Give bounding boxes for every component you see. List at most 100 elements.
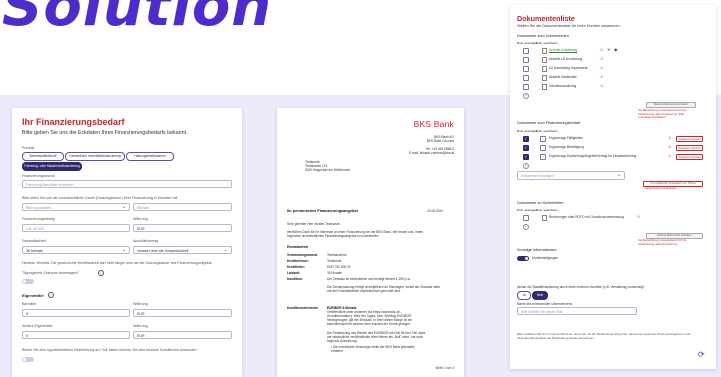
doc-show-checkbox[interactable] (523, 215, 529, 221)
detail-value: Der Zinssatz ist veränderlich und beträg… (327, 277, 411, 281)
bullet-line: • Die vereinbarte Zinsmarge bleibt der B… (331, 345, 415, 349)
warning-icon: ⚠ (668, 144, 672, 149)
doc-save-checkbox[interactable] (540, 136, 546, 142)
amount-input[interactable]: z.B. 50.000 (22, 224, 130, 232)
hero-title: Solution (2, 0, 273, 39)
warning-icon: ⚠ (600, 65, 604, 70)
warning-icon: ⚠ (600, 74, 604, 79)
detail-key: Kreditnehmer: (287, 259, 309, 263)
bank-logo: BKS Bank (413, 119, 454, 129)
footer-note: Ihren Empfangsstatus der Bearbeitung wie… (517, 336, 595, 340)
col-show-header: Dok. anzeigen (517, 208, 538, 212)
term-unit-field[interactable]: Monate (133, 203, 232, 211)
delete-category-button[interactable]: Kategorie löschen (676, 145, 704, 151)
doc-show-checkbox[interactable] (523, 75, 529, 81)
doc-item: Ergänzungs Kaufvertrag/Angebot/Vertrag f… (549, 154, 637, 158)
info-icon[interactable]: i (98, 270, 104, 276)
add-icon[interactable]: + (523, 224, 529, 230)
cash-currency-label: Währung (133, 302, 148, 306)
document-icon (542, 66, 547, 72)
amount-label: Finanzierungsbetrag (22, 217, 55, 221)
info-icon[interactable]: i (48, 292, 54, 298)
delete-icon[interactable]: ✕ (607, 47, 610, 52)
detail-value: Testmaschine (327, 253, 347, 257)
product-option-4-selected[interactable]: Fahrzeug- oder Maschinenfinanzierung (22, 162, 82, 171)
purpose-label: Finanzierungszweck (22, 174, 55, 178)
purpose-input[interactable]: Fahrzeug/Maschine erwerben (22, 180, 232, 188)
add-icon[interactable]: + (523, 93, 529, 99)
col-save-header: Dok. speichern (536, 129, 558, 133)
add-document-select[interactable]: Dokumente hinzufügen (517, 171, 625, 180)
currency-field[interactable]: EUR (133, 224, 232, 232)
offer-subject: Ihr persönliches Finanzierungsangebot (287, 209, 358, 213)
doc-link[interactable]: Gründer-Zuweisung (549, 48, 577, 52)
repayment-select[interactable]: variabel über die Gesamtlaufzeit (133, 246, 232, 254)
warning-icon: ⚠ (600, 83, 604, 88)
eye-icon[interactable]: ◉ (614, 47, 618, 52)
delete-category-button[interactable]: Kategorie löschen (676, 136, 704, 142)
doc-item: Aktuelle Saldenliste (549, 75, 577, 79)
product-option-2[interactable]: Gewerbliche Immobilienfinanzierung (65, 152, 125, 161)
doc-item: Aktuelle U2 Anmeldung (549, 57, 583, 61)
product-option-3[interactable]: Haftungskreditrahmen (126, 152, 174, 161)
product-label: Produkt (22, 146, 35, 150)
delete-category-button[interactable]: Kategorie löschen (676, 154, 704, 160)
doc-save-checkbox[interactable] (540, 145, 546, 151)
doc-show-checkbox[interactable] (523, 154, 529, 160)
interest-free-label: Tilgungsfreie Zeitraum beantragen? (22, 271, 79, 275)
red-note-line: Finanzierung nach Anforderung. (638, 241, 678, 246)
doc-show-checkbox[interactable] (523, 84, 529, 90)
option-yes[interactable]: Ja (517, 291, 531, 300)
doc-item: Gehaltsauszahlung (549, 84, 577, 88)
doc-item: Rechnungen oder ROFO mit Grundbuchsanmer… (549, 215, 624, 219)
company-label: Name des betreuenden Unternehmens (517, 302, 573, 306)
detail-key: Verwendungszweck: (287, 253, 319, 257)
cash-currency-field[interactable]: EUR (133, 309, 232, 317)
option-no[interactable]: Nein (532, 291, 548, 300)
interest-text: auf drei Dezimalstellen kaufmännisch ger… (327, 289, 401, 293)
page-number: Seite 1 von 3 (435, 366, 454, 370)
add-icon[interactable]: + (523, 163, 529, 169)
total-term-select[interactable]: 36 Monate (22, 246, 130, 254)
document-icon (542, 75, 547, 81)
detail-key: Kredithöhe: (287, 265, 305, 269)
other-currency-label: Währung (133, 324, 148, 328)
repayment-label: Annuitätsbetrag (133, 239, 159, 243)
doc-show-checkbox[interactable] (523, 48, 529, 54)
hint-text: Hinweis: Hinweis: Die gewünschte Kreditl… (22, 261, 213, 265)
currency-label: Währung (133, 217, 148, 221)
detail-value: Testkunde (327, 259, 342, 263)
doc-save-checkbox[interactable] (540, 154, 546, 160)
col-show-header: Dok. anzeigen (517, 129, 538, 133)
bank-address-line: BKS Bank Connect (426, 139, 454, 143)
mortgage-text: Bieten Sie eine hypothekarische Besicher… (22, 348, 198, 352)
offer-date: 22.08.2024 (427, 209, 443, 213)
condition-line: kaufmännisch bei welcher dem Kunden der … (327, 322, 411, 326)
sync-icon[interactable]: ⟳ (698, 350, 705, 359)
offer-document-card: BKS Bank BKS Bank AG BKS Bank Connect Te… (277, 108, 464, 377)
other-equity-input[interactable]: 0 (22, 331, 130, 339)
product-option-1[interactable]: Betriebsmittelkredit (22, 152, 64, 161)
cash-input[interactable]: 0 (22, 309, 130, 317)
company-input[interactable]: Bitte befüllen Sie diesen Feld (517, 307, 637, 315)
doc-show-checkbox[interactable] (523, 57, 529, 63)
doc-show-checkbox[interactable] (523, 66, 529, 72)
doc-show-checkbox[interactable] (523, 145, 529, 151)
col-save-header: Dok. speichern (536, 41, 558, 45)
mortgage-toggle[interactable] (22, 357, 34, 362)
docs-title: Dokumentenliste (517, 14, 575, 23)
doc-show-checkbox[interactable] (523, 136, 529, 142)
recipient-line: 9020 Klagenfurt am Wörthersee (305, 168, 351, 172)
document-list-card: Dokumentenliste Stellen Sie die Dokument… (510, 5, 716, 369)
interest-free-toggle[interactable] (22, 279, 34, 284)
participation-label: Kreisbeteiligungen (532, 256, 559, 260)
section-company-docs: Dokumente zum Unternehmen (517, 34, 569, 38)
detail-value: 36 Monate (327, 271, 343, 275)
bullet-line: erhalten. (331, 349, 344, 353)
participation-toggle[interactable] (517, 256, 529, 261)
red-note-line: Unterlagen hochladen (638, 115, 666, 119)
doc-item: Ergänzungs Fälligkeiten (549, 136, 584, 140)
other-currency-field[interactable]: EUR (133, 331, 232, 339)
term-select[interactable]: Bitte auswählen (22, 203, 130, 211)
total-term-label: Gesamtlaufzeit (22, 239, 46, 243)
